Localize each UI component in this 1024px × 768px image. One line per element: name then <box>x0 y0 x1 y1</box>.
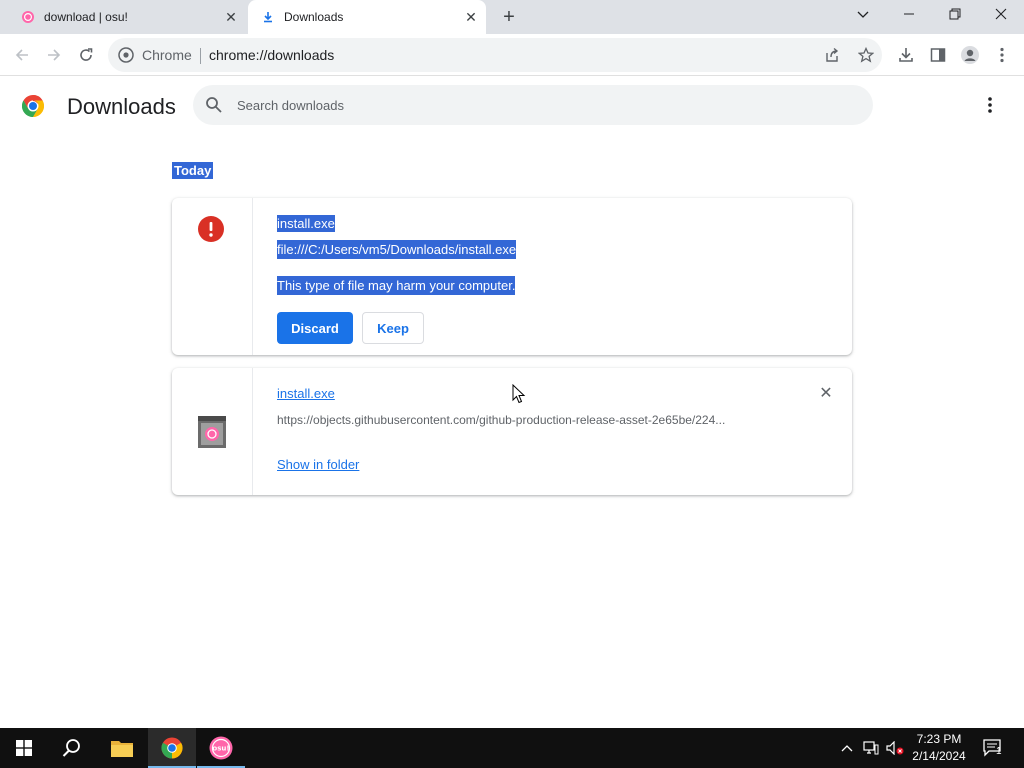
file-name-link[interactable]: install.exe <box>277 385 335 402</box>
show-in-folder-link[interactable]: Show in folder <box>277 457 359 472</box>
reload-button[interactable] <box>74 43 98 67</box>
tab-close-icon[interactable]: ✕ <box>222 8 240 26</box>
chrome-icon <box>161 737 183 759</box>
file-name: install.exe <box>277 215 335 232</box>
search-icon <box>206 97 222 113</box>
omnibox-separator <box>200 48 201 64</box>
search-icon <box>62 739 80 757</box>
site-chip: Chrome <box>142 47 192 63</box>
exe-file-icon <box>198 416 226 448</box>
remove-from-list-icon[interactable]: ✕ <box>817 385 835 403</box>
profile-avatar-icon <box>961 46 979 64</box>
network-tray-button[interactable] <box>860 728 882 768</box>
danger-warning-text: This type of file may harm your computer… <box>277 276 516 295</box>
source-url: https://objects.githubusercontent.com/gi… <box>277 413 726 427</box>
osu-favicon-icon <box>22 11 34 23</box>
side-panel-button[interactable] <box>926 43 950 67</box>
downloads-button[interactable] <box>894 43 918 67</box>
more-vert-icon <box>1000 47 1004 63</box>
chrome-taskbar-button[interactable] <box>148 728 196 768</box>
forward-arrow-icon <box>48 49 61 61</box>
start-button[interactable] <box>0 728 48 768</box>
action-center-button[interactable]: 1 <box>978 728 1008 768</box>
windows-logo-icon <box>16 740 32 756</box>
system-clock[interactable]: 7:23 PM 2/14/2024 <box>906 731 972 765</box>
show-hidden-icons-button[interactable] <box>836 728 858 768</box>
download-item-dangerous: install.exe file:///C:/Users/vm5/Downloa… <box>172 198 852 355</box>
tab-title: download | osu! <box>44 10 128 24</box>
chevron-up-icon <box>841 745 853 752</box>
bookmark-star-icon[interactable] <box>858 47 874 63</box>
new-tab-button[interactable]: + <box>498 6 520 28</box>
icon-column-divider <box>252 368 253 495</box>
tab-downloads[interactable]: Downloads ✕ <box>248 0 486 34</box>
browser-toolbar: Chrome chrome://downloads <box>0 34 1024 76</box>
back-button[interactable] <box>10 43 34 67</box>
search-input[interactable] <box>237 95 837 115</box>
profile-button[interactable] <box>958 43 982 67</box>
close-window-button[interactable] <box>978 0 1024 30</box>
share-icon[interactable] <box>824 47 840 63</box>
clock-date: 2/14/2024 <box>912 749 966 763</box>
download-favicon-icon <box>264 12 272 23</box>
osu-icon: osu! <box>209 736 233 760</box>
warning-icon <box>198 216 224 242</box>
network-icon <box>863 741 879 755</box>
chrome-logo-icon <box>22 95 44 117</box>
address-bar[interactable]: Chrome chrome://downloads <box>108 38 882 72</box>
chrome-menu-button[interactable] <box>990 43 1014 67</box>
downloads-header: Downloads <box>0 77 1024 133</box>
volume-tray-button[interactable] <box>884 728 906 768</box>
folder-icon <box>111 741 133 757</box>
osu-taskbar-button[interactable]: osu! <box>197 728 245 768</box>
restore-button[interactable] <box>932 0 978 30</box>
downloads-menu-icon[interactable] <box>980 95 1000 115</box>
tab-close-icon[interactable]: ✕ <box>462 8 480 26</box>
icon-column-divider <box>252 198 253 355</box>
side-panel-icon <box>930 48 946 62</box>
file-path: file:///C:/Users/vm5/Downloads/install.e… <box>277 240 517 259</box>
download-icon <box>899 48 913 62</box>
svg-text:osu!: osu! <box>212 745 229 753</box>
volume-muted-icon <box>886 741 904 755</box>
tab-strip: download | osu! ✕ Downloads ✕ + <box>0 0 1024 34</box>
minimize-button[interactable] <box>886 0 932 30</box>
notification-count-badge: 1 <box>996 746 1002 757</box>
mouse-cursor-icon <box>512 384 526 404</box>
back-arrow-icon <box>15 49 28 61</box>
forward-button[interactable] <box>42 43 66 67</box>
search-taskbar-button[interactable] <box>48 728 96 768</box>
url-text: chrome://downloads <box>209 47 335 63</box>
search-bar[interactable] <box>193 85 873 125</box>
clock-time: 7:23 PM <box>916 732 962 746</box>
windows-taskbar: osu! 7:23 PM 2/14/2024 1 <box>0 728 1024 768</box>
file-explorer-button[interactable] <box>98 728 146 768</box>
chrome-page-icon <box>118 47 134 63</box>
tab-title: Downloads <box>284 10 344 24</box>
tab-search-chevron-icon[interactable] <box>840 0 886 30</box>
keep-button[interactable]: Keep <box>362 312 424 344</box>
tab-osu-download[interactable]: download | osu! ✕ <box>8 0 246 34</box>
date-header: Today <box>172 162 214 179</box>
page-title: Downloads <box>67 94 176 119</box>
discard-button[interactable]: Discard <box>277 312 353 344</box>
reload-icon <box>80 48 93 61</box>
